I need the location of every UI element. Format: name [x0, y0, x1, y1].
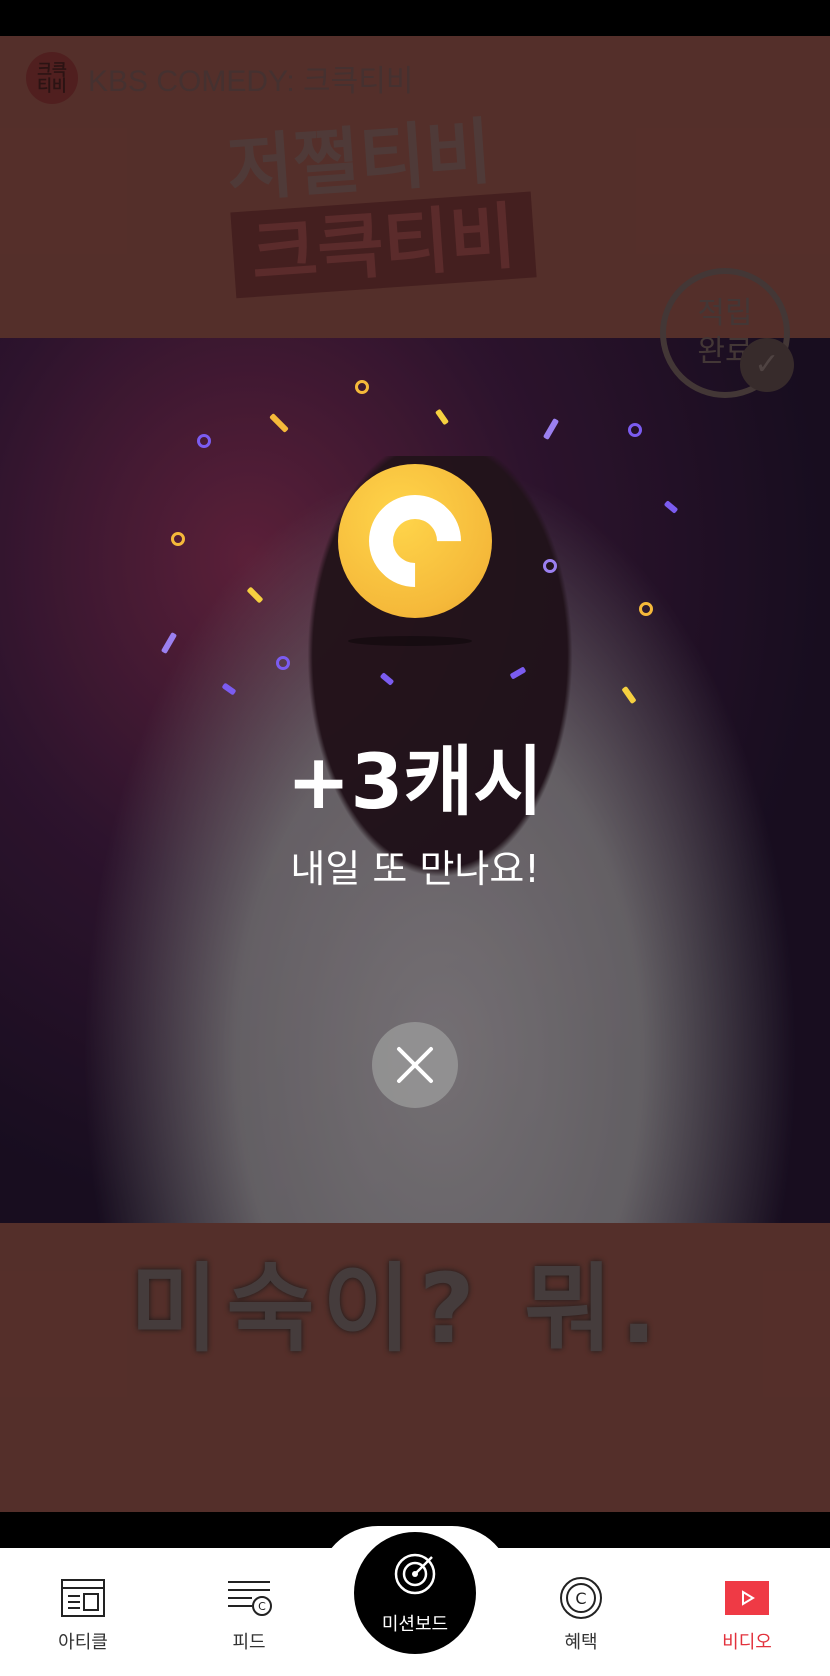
confetti-bar	[379, 672, 395, 686]
video-play-icon	[723, 1576, 771, 1620]
benefit-coin-icon: C	[557, 1576, 605, 1620]
confetti-bar	[621, 685, 637, 705]
confetti-ring	[355, 380, 369, 394]
status-bar	[0, 0, 830, 36]
nav-item-benefit[interactable]: C 혜택	[521, 1548, 641, 1654]
nav-label-benefit: 혜택	[564, 1632, 598, 1653]
confetti-ring	[639, 602, 653, 616]
confetti-ring	[543, 559, 557, 573]
nav-label-mission-board: 미션보드	[381, 1613, 449, 1635]
confetti-bar	[663, 500, 679, 514]
svg-text:C: C	[575, 1589, 586, 1608]
confetti-bar	[509, 666, 527, 680]
nav-item-video[interactable]: 비디오	[687, 1548, 807, 1654]
confetti-bar	[221, 682, 237, 696]
nav-label-feed: 피드	[232, 1632, 266, 1653]
confetti-bar	[160, 631, 178, 655]
confetti-bar	[269, 413, 289, 433]
confetti-bar	[434, 408, 450, 426]
nav-label-article: 아티클	[58, 1632, 108, 1653]
coin-shadow	[348, 636, 472, 646]
nav-label-video: 비디오	[722, 1632, 772, 1653]
article-icon	[59, 1576, 107, 1620]
confetti-ring	[197, 434, 211, 448]
confetti-ring	[171, 532, 185, 546]
confetti-bar	[542, 417, 560, 441]
confetti-ring	[276, 656, 290, 670]
nav-item-article[interactable]: 아티클	[23, 1548, 143, 1654]
nav-item-feed[interactable]: C 피드	[189, 1548, 309, 1654]
mission-target-icon	[392, 1551, 438, 1602]
close-button[interactable]	[372, 1022, 458, 1108]
reward-popup: +3캐시 내일 또 만나요!	[0, 380, 830, 891]
svg-text:C: C	[258, 1600, 266, 1613]
reward-amount: +3캐시	[286, 737, 544, 826]
reward-message: 내일 또 만나요!	[290, 847, 540, 891]
cash-coin-icon	[338, 464, 492, 618]
confetti-ring	[628, 423, 642, 437]
confetti-bar	[246, 586, 264, 604]
nav-item-mission-board[interactable]: 미션보드	[354, 1532, 476, 1654]
feed-icon: C	[225, 1576, 273, 1620]
close-icon	[397, 1047, 433, 1083]
